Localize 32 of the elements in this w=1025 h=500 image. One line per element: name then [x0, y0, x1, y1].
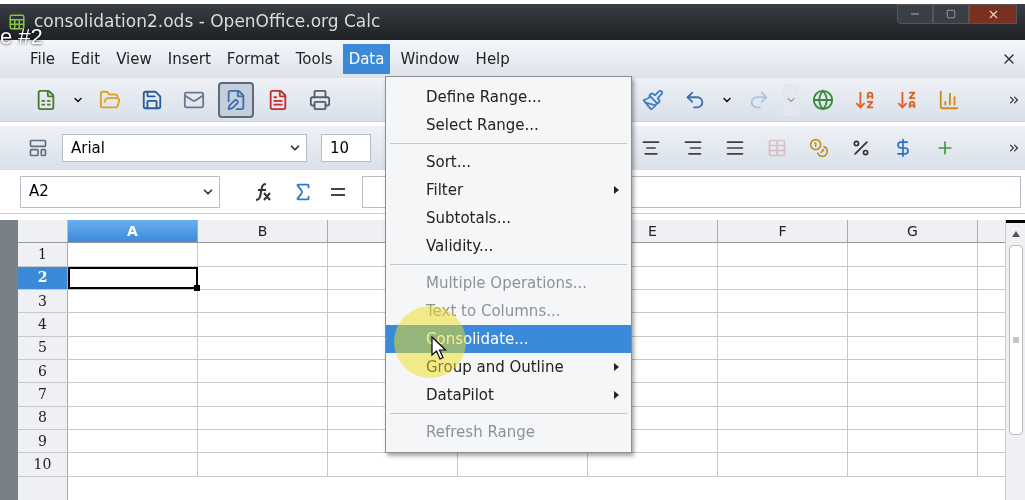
row-header[interactable]: 10 — [18, 453, 68, 476]
column-header[interactable]: F — [718, 220, 848, 243]
row-header[interactable]: 3 — [18, 290, 68, 313]
row-header[interactable]: 8 — [18, 406, 68, 429]
menu-item[interactable]: Data — [342, 44, 391, 74]
row-header[interactable]: 2 — [18, 266, 68, 289]
menu-entry[interactable]: Group and Outline — [386, 353, 631, 381]
menu-entry[interactable]: DataPilot — [386, 381, 631, 409]
font-name-field[interactable]: Arial — [62, 134, 307, 162]
menu-item[interactable]: Edit — [65, 44, 107, 74]
row-header[interactable]: 6 — [18, 359, 68, 383]
menu-item[interactable]: View — [110, 44, 158, 74]
menu-item[interactable]: Window — [394, 44, 466, 74]
menu-entry[interactable]: Define Range... — [386, 83, 631, 111]
row-header[interactable]: 1 — [18, 243, 68, 266]
menu-entry[interactable]: Sort... — [386, 148, 631, 176]
row-header[interactable]: 9 — [18, 429, 68, 453]
menu-entry[interactable]: Consolidate... — [386, 325, 631, 353]
column-header[interactable]: B — [198, 220, 328, 243]
menu-entry[interactable]: Filter — [386, 176, 631, 204]
row-header[interactable]: 4 — [18, 313, 68, 336]
menu-item[interactable]: Insert — [161, 44, 217, 74]
row-header[interactable]: 5 — [18, 336, 68, 359]
menu-item[interactable]: Help — [469, 44, 516, 74]
menu-entry[interactable]: Select Range... — [386, 111, 631, 139]
font-size-field[interactable]: 10 — [321, 134, 371, 162]
menu-item[interactable]: Format — [220, 44, 286, 74]
row-header[interactable]: 7 — [18, 383, 68, 406]
menu-item[interactable]: File — [24, 44, 62, 74]
menu-item[interactable]: Tools — [289, 44, 339, 74]
column-header[interactable]: G — [848, 220, 978, 243]
name-box[interactable]: A2 — [20, 175, 220, 208]
